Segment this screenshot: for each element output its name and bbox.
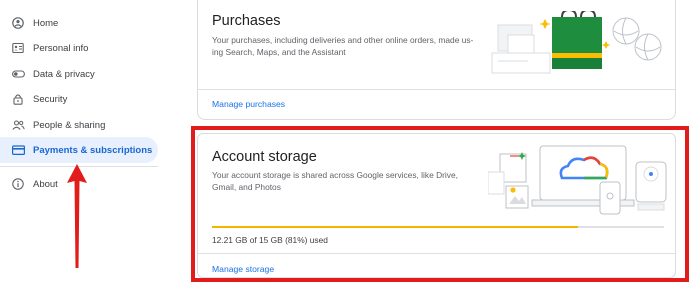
toggle-icon — [11, 67, 25, 81]
purchases-description-line-1: Your purchases, including deliveries and… — [212, 35, 474, 45]
people-icon — [11, 118, 25, 132]
sidebar-item-people-sharing[interactable]: People & sharing — [0, 112, 158, 138]
storage-usage-text: 12.21 GB of 15 GB (81%) used — [212, 235, 328, 245]
storage-progress-bar — [212, 226, 664, 228]
sidebar-item-payments-subscriptions[interactable]: Payments & subscriptions — [0, 137, 158, 163]
sidebar-item-security[interactable]: Security — [0, 86, 158, 112]
sidebar-item-personal-info[interactable]: Personal info — [0, 35, 158, 61]
info-icon — [11, 177, 25, 191]
sidebar-item-label: Data & privacy — [33, 68, 95, 80]
red-arrow-annotation — [67, 164, 87, 268]
sidebar-item-label: Home — [33, 17, 59, 29]
purchases-divider — [198, 89, 675, 90]
storage-description-line-2: Gmail, and Photos — [212, 181, 281, 192]
credit-card-icon — [11, 143, 25, 157]
lock-icon — [11, 92, 25, 106]
sidebar-item-home[interactable]: Home — [0, 10, 158, 36]
home-icon — [11, 16, 25, 30]
purchases-description: Your purchases, including deliveries and… — [212, 35, 473, 58]
sidebar-item-data-privacy[interactable]: Data & privacy — [0, 61, 158, 87]
sidebar-item-label: Personal info — [33, 42, 89, 54]
storage-title: Account storage — [212, 149, 317, 165]
sidebar-item-label: About — [33, 178, 58, 190]
manage-storage-link[interactable]: Manage storage — [212, 264, 274, 274]
storage-divider — [198, 253, 675, 254]
account-storage-card: Account storage Your account storage is … — [197, 133, 676, 278]
storage-description-line-1: Your account storage is shared across Go… — [212, 170, 458, 180]
purchases-title: Purchases — [212, 13, 281, 29]
storage-description: Your account storage is shared across Go… — [212, 170, 458, 193]
storage-illustration — [488, 145, 667, 215]
purchases-illustration — [491, 11, 662, 74]
id-card-icon — [11, 41, 25, 55]
purchases-description-line-2: ing Search, Maps, and the Assistant — [212, 46, 346, 57]
manage-purchases-link[interactable]: Manage purchases — [212, 99, 285, 109]
sidebar-item-label: Payments & subscriptions — [33, 144, 153, 156]
sidebar-item-label: People & sharing — [33, 119, 106, 131]
storage-progress-fill — [212, 226, 579, 228]
sidebar-item-label: Security — [33, 93, 68, 105]
purchases-card: Purchases Your purchases, including deli… — [197, 0, 676, 120]
